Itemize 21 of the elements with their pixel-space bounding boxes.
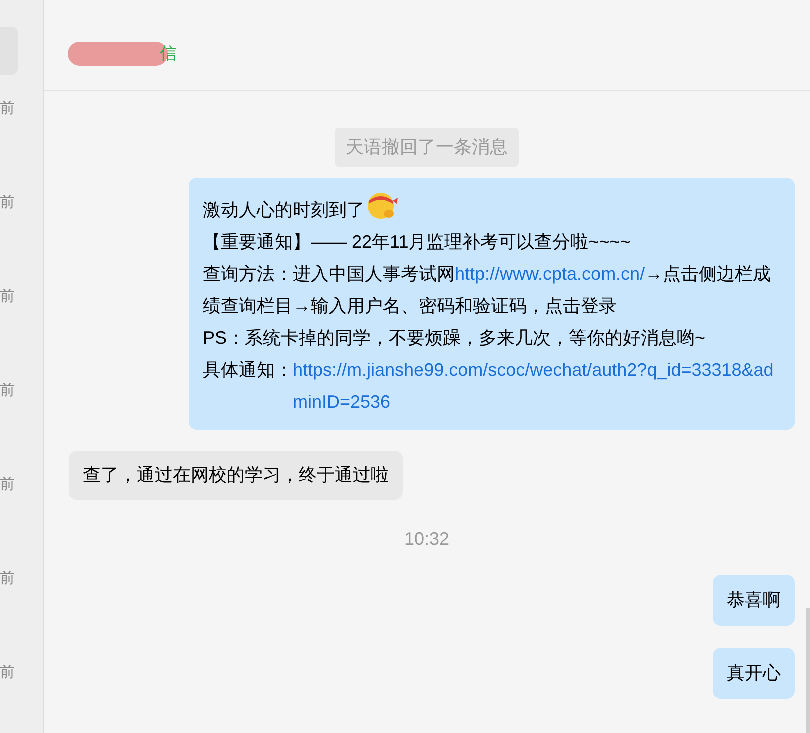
- message-bubble: 真开心: [713, 648, 795, 699]
- message-text: 【重要通知】—— 22年11月监理补考可以查分啦~~~~: [203, 231, 632, 254]
- chat-time: 前: [0, 100, 16, 118]
- chat-time: 前: [0, 570, 16, 588]
- link[interactable]: http://www.cpta.com.cn/: [455, 264, 646, 284]
- timestamp: 10:32: [404, 528, 450, 551]
- emoji-icon: [365, 190, 399, 220]
- message-text: 激动人心的时刻到了: [203, 190, 781, 226]
- chat-time: 前: [0, 194, 16, 212]
- system-notice: 天语撤回了一条消息: [335, 128, 519, 167]
- chat-time: 前: [0, 382, 16, 400]
- chat-title: 信: [160, 43, 177, 66]
- chat-time: 前: [0, 476, 16, 494]
- message-bubble: 恭喜啊: [713, 575, 795, 626]
- message-text: PS：系统卡掉的同学，不要烦躁，多来几次，等你的好消息哟~: [203, 327, 707, 350]
- message-bubble: 查了，通过在网校的学习，终于通过啦: [69, 451, 403, 500]
- chat-time: 前: [0, 288, 16, 306]
- message-text: 具体通知：: [203, 359, 293, 382]
- message-text: 查询方法：进入中国人事考试网http://www.cpta.com.cn/→点击侧边栏成绩查询栏目→输入用户名、密码和验证码，点击登录: [203, 263, 772, 318]
- link[interactable]: https://m.jianshe99.com/scoc/wechat/auth2?q_id=33318&adminID=2536: [293, 354, 781, 418]
- chat-time: 前: [0, 664, 16, 682]
